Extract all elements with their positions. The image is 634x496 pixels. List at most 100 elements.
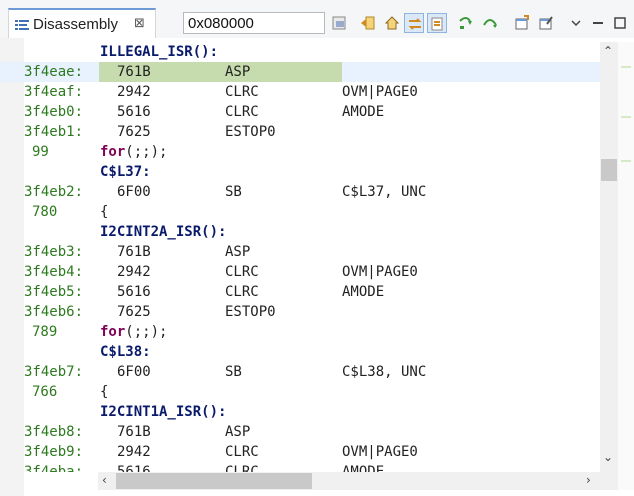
instruction-row[interactable]: 3f4eb3: 761B ASP [0,242,600,262]
function-label-row[interactable]: C$L38: [0,342,600,362]
mnemonic: ESTOP0 [225,124,276,140]
operands: OVM|PAGE0 [342,444,418,460]
instruction-address: 3f4eb4: [24,264,84,280]
scroll-left-icon[interactable]: ‹ [102,473,107,487]
home-button[interactable] [382,13,402,33]
opcode: 2942 [117,444,151,460]
instruction-address: 3f4eba: [24,464,84,472]
instruction-row[interactable]: 3f4eb6: 7625 ESTOP0 [0,302,600,322]
configure-icon [539,16,553,30]
operands: AMODE [342,104,385,120]
scrollbar-corner [600,472,618,490]
source-line-row[interactable]: 789 for(;;); [0,322,600,342]
instruction-address: 3f4eb8: [24,424,84,440]
instruction-row[interactable]: 3f4eb1: 7625 ESTOP0 [0,122,600,142]
go-to-address-icon [332,16,346,30]
overview-ruler[interactable] [618,42,634,490]
instruction-address: 3f4eb0: [24,104,84,120]
opcode: 2942 [117,264,151,280]
address-input[interactable] [183,12,325,34]
view-menu-button[interactable] [566,13,586,33]
step-into-button[interactable] [456,13,476,33]
vertical-scroll-thumb[interactable] [601,159,617,181]
step-over-button[interactable] [480,13,500,33]
source-text: (;;); [125,324,168,340]
instruction-address: 3f4eb6: [24,304,84,320]
home-icon [384,16,400,30]
mnemonic: CLRC [225,264,259,280]
instruction-row[interactable]: 3f4eaf: 2942 CLRC OVM|PAGE0 [0,82,600,102]
view-header: Disassembly ⊠ [0,0,634,38]
opcode: 761B [117,424,151,440]
source-code: for(;;); [100,142,167,162]
instruction-row[interactable]: 3f4eb5: 5616 CLRC AMODE [0,282,600,302]
function-label-row[interactable]: ILLEGAL_ISR(): [0,42,600,62]
vertical-scrollbar[interactable]: ⌃ ⌄ [600,42,618,472]
opcode: 7625 [117,304,151,320]
opcode: 2942 [117,84,151,100]
instruction-row[interactable]: 3f4eba: 5616 CLRC AMODE [0,462,600,472]
overview-marker[interactable] [621,160,631,162]
opcode: 5616 [117,464,151,472]
scroll-down-icon[interactable]: ⌄ [603,450,613,464]
source-line-row[interactable]: 780 { [0,202,600,222]
instruction-row[interactable]: 3f4eb9: 2942 CLRC OVM|PAGE0 [0,442,600,462]
open-new-view-button[interactable] [512,13,532,33]
close-icon[interactable]: ⊠ [134,16,145,31]
source-code: for(;;); [100,322,167,342]
previous-icon [361,16,375,30]
operands: C$L37, UNC [342,184,427,200]
source-code: { [100,202,108,222]
overview-marker[interactable] [621,116,631,118]
opcode: 761B [117,64,151,80]
function-label-row[interactable]: I2CINT2A_ISR(): [0,222,600,242]
step-over-icon [483,19,497,28]
instruction-row[interactable]: 3f4eb7: 6F00 SB C$L38, UNC [0,362,600,382]
source-line-row[interactable]: 766 { [0,382,600,402]
overview-marker[interactable] [621,66,631,68]
function-label-row[interactable]: I2CINT1A_ISR(): [0,402,600,422]
opcode: 7625 [117,124,151,140]
mnemonic: ASP [225,64,251,80]
previous-button[interactable] [358,13,378,33]
function-label: ILLEGAL_ISR(): [100,44,219,60]
opcode: 5616 [117,104,151,120]
horizontal-scroll-thumb[interactable] [116,473,312,489]
function-label-row[interactable]: C$L37: [0,162,600,182]
source-line-number: 99 [32,144,49,160]
source-line-row[interactable]: 99 for(;;); [0,142,600,162]
configure-button[interactable] [536,13,556,33]
open-new-view-icon [515,15,529,30]
instruction-row[interactable]: 3f4eae: 761B ASP [0,62,600,82]
show-source-button[interactable] [427,13,447,33]
tab-disassembly[interactable]: Disassembly ⊠ [8,8,156,38]
link-with-editor-icon [408,18,422,30]
source-text: { [100,204,109,220]
mnemonic: SB [225,364,242,380]
disassembly-code-area[interactable]: ILLEGAL_ISR(): 3f4eae: 761B ASP 3f4eaf: 2942 C… [0,42,600,472]
mnemonic: ASP [225,424,251,440]
scroll-right-icon[interactable]: › [586,473,591,487]
instruction-row[interactable]: 3f4eb4: 2942 CLRC OVM|PAGE0 [0,262,600,282]
instruction-row[interactable]: 3f4eb0: 5616 CLRC AMODE [0,102,600,122]
horizontal-scrollbar[interactable]: ‹ › [98,472,600,490]
disassembly-view-icon [15,20,29,30]
operands: AMODE [342,284,385,300]
instruction-address: 3f4eb1: [24,124,84,140]
step-into-icon [459,17,472,29]
show-source-icon [431,17,443,31]
function-label: C$L38: [100,344,151,360]
link-with-editor-button[interactable] [404,13,424,33]
function-label: I2CINT1A_ISR(): [100,404,227,420]
instruction-row[interactable]: 3f4eb8: 761B ASP [0,422,600,442]
instruction-address: 3f4eb9: [24,444,84,460]
minimize-button[interactable] [588,13,608,33]
function-label: I2CINT2A_ISR(): [100,224,227,240]
source-code: { [100,382,108,402]
keyword: for [100,144,126,160]
scroll-up-icon[interactable]: ⌃ [603,44,613,58]
go-to-address-button[interactable] [330,13,350,33]
instruction-row[interactable]: 3f4eb2: 6F00 SB C$L37, UNC [0,182,600,202]
maximize-button[interactable] [610,13,630,33]
instruction-address: 3f4eae: [24,64,84,80]
